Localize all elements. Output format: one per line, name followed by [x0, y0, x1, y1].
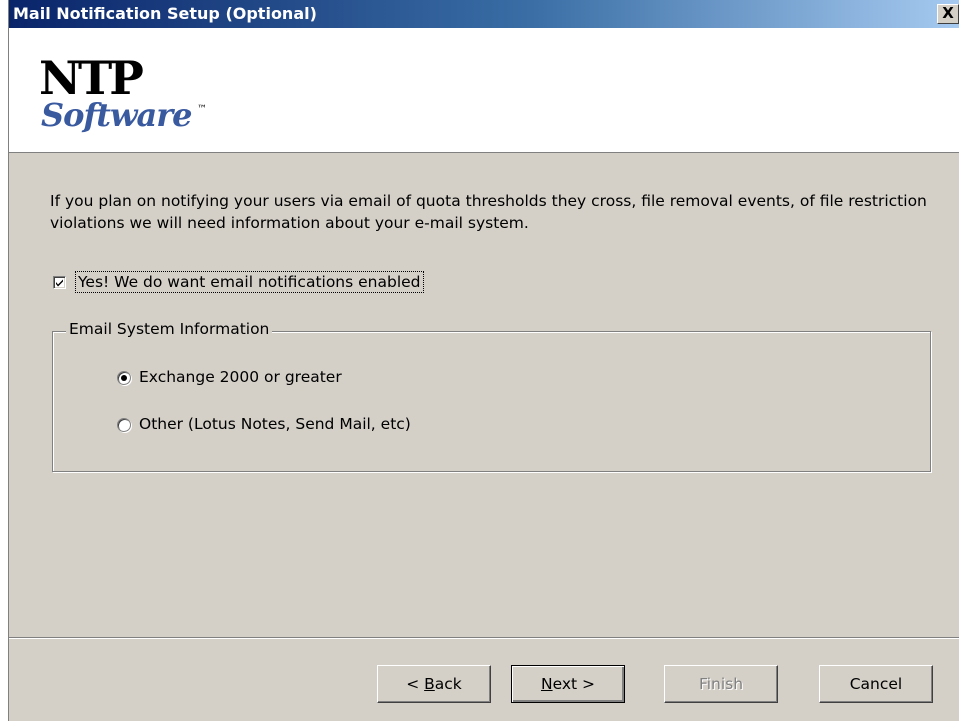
- finish-button[interactable]: Finish: [664, 665, 778, 703]
- logo-trademark: ™: [197, 104, 207, 115]
- ntp-software-logo: NTP Software ™: [39, 51, 207, 134]
- wizard-window: Mail Notification Setup (Optional) X NTP…: [8, 0, 959, 721]
- checkbox-label[interactable]: Yes! We do want email notifications enab…: [75, 271, 424, 293]
- radio-button-selected[interactable]: [117, 371, 131, 385]
- back-button-accelerator: B: [424, 675, 435, 693]
- groupbox-title: Email System Information: [66, 320, 273, 338]
- back-button-prefix: <: [406, 675, 425, 693]
- logo-software-text: Software: [41, 96, 192, 134]
- intro-text: If you plan on notifying your users via …: [50, 192, 927, 232]
- back-button[interactable]: < Back: [377, 665, 491, 703]
- cancel-button[interactable]: Cancel: [819, 665, 933, 703]
- close-icon: X: [942, 4, 954, 22]
- radio-other-label[interactable]: Other (Lotus Notes, Send Mail, etc): [139, 415, 411, 433]
- close-button[interactable]: X: [937, 4, 959, 24]
- window-title: Mail Notification Setup (Optional): [13, 4, 317, 23]
- next-button-accelerator: N: [540, 675, 553, 693]
- next-button[interactable]: Next >: [511, 665, 625, 703]
- checkmark-icon: [56, 279, 63, 287]
- radio-exchange-label[interactable]: Exchange 2000 or greater: [139, 368, 342, 386]
- title-bar[interactable]: Mail Notification Setup (Optional) X: [9, 0, 959, 28]
- finish-button-label: Finish: [698, 675, 744, 693]
- back-button-label: ack: [434, 675, 462, 693]
- radio-button-unselected[interactable]: [117, 418, 131, 432]
- email-system-groupbox: Email System Information Exchange 2000 o…: [52, 320, 931, 472]
- checkbox-box[interactable]: [53, 276, 66, 289]
- footer-separator: [9, 637, 959, 639]
- radio-dot-icon: [121, 375, 127, 381]
- cancel-button-label: Cancel: [849, 675, 903, 693]
- next-button-label: ext >: [552, 675, 596, 693]
